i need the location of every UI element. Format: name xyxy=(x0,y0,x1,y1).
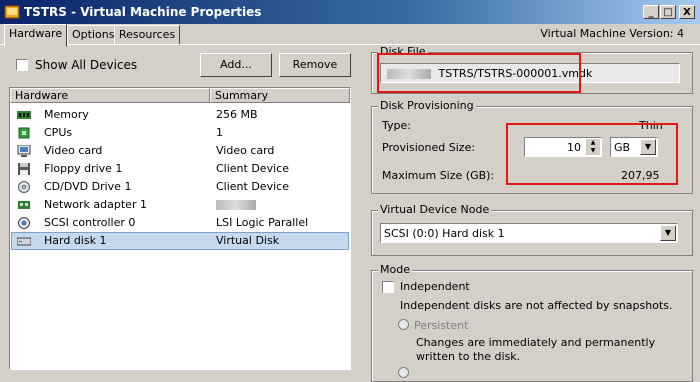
independent-label: Independent xyxy=(400,280,470,293)
persistent-label: Persistent xyxy=(414,319,469,332)
minimize-button[interactable]: _ xyxy=(643,5,659,19)
type-label: Type: xyxy=(382,119,411,132)
show-all-devices-checkbox[interactable] xyxy=(16,59,28,71)
device-name: Network adapter 1 xyxy=(44,198,147,211)
virtual-device-node-group: Virtual Device Node SCSI (0:0) Hard disk… xyxy=(371,203,693,256)
tab-resources[interactable]: Resources xyxy=(114,25,181,46)
cpu-icon xyxy=(18,127,30,139)
virtual-device-node-label: Virtual Device Node xyxy=(378,203,492,216)
network-icon xyxy=(18,201,30,209)
tab-hardware[interactable]: Hardware xyxy=(4,24,68,47)
close-button[interactable]: X xyxy=(679,5,695,19)
device-row-floppy-drive[interactable]: Floppy drive 1 Client Device xyxy=(11,160,349,178)
independent-description: Independent disks are not affected by sn… xyxy=(400,299,673,312)
scsi-icon xyxy=(18,217,30,229)
memory-icon xyxy=(17,111,31,119)
hard-disk-icon xyxy=(17,237,31,246)
network-summary-redacted xyxy=(216,196,256,214)
provisioned-size-label: Provisioned Size: xyxy=(382,141,476,154)
maximize-button[interactable]: □ xyxy=(660,5,676,19)
tab-divider xyxy=(0,44,700,45)
video-card-icon xyxy=(17,145,31,157)
device-row-cpus[interactable]: CPUs 1 xyxy=(11,124,349,142)
device-row-network-adapter[interactable]: Network adapter 1 xyxy=(11,196,349,214)
mode-group: Mode Independent Independent disks are n… xyxy=(371,263,693,382)
device-name: Hard disk 1 xyxy=(44,234,107,247)
device-row-cd-dvd-drive[interactable]: CD/DVD Drive 1 Client Device xyxy=(11,178,349,196)
cd-dvd-icon xyxy=(18,181,30,193)
persistent-radio[interactable] xyxy=(398,319,409,330)
floppy-icon xyxy=(18,163,30,175)
device-row-memory[interactable]: Memory 256 MB xyxy=(11,106,349,124)
remove-button[interactable]: Remove xyxy=(279,53,351,77)
highlight-disk-file xyxy=(377,53,581,93)
disk-provisioning-label: Disk Provisioning xyxy=(378,99,476,112)
highlight-provisioned-size xyxy=(506,123,678,185)
col-summary[interactable]: Summary xyxy=(210,88,350,103)
nonpersistent-radio[interactable] xyxy=(398,367,409,378)
col-hardware[interactable]: Hardware xyxy=(10,88,210,103)
device-summary: 1 xyxy=(216,126,223,139)
device-summary: 256 MB xyxy=(216,108,258,121)
device-summary: Client Device xyxy=(216,180,289,193)
show-all-devices-label: Show All Devices xyxy=(35,58,138,72)
title-bar: TSTRS - Virtual Machine Properties _ □ X xyxy=(0,0,700,24)
device-summary: Client Device xyxy=(216,162,289,175)
vm-version: Virtual Machine Version: 4 xyxy=(540,27,684,40)
device-name: Floppy drive 1 xyxy=(44,162,123,175)
vm-icon xyxy=(4,5,20,19)
device-name: SCSI controller 0 xyxy=(44,216,136,229)
window-title: TSTRS - Virtual Machine Properties xyxy=(24,5,262,19)
max-size-label: Maximum Size (GB): xyxy=(382,169,495,182)
device-row-scsi-controller[interactable]: SCSI controller 0 LSI Logic Parallel xyxy=(11,214,349,232)
tab-options[interactable]: Options xyxy=(67,25,120,46)
independent-checkbox[interactable] xyxy=(382,281,394,293)
add-button[interactable]: Add... xyxy=(200,53,272,77)
persistent-description: Changes are immediately and permanently … xyxy=(416,336,656,363)
device-summary: LSI Logic Parallel xyxy=(216,216,309,229)
hardware-list: Hardware Summary Memory 256 MB CPUs 1 Vi… xyxy=(9,87,351,370)
mode-label: Mode xyxy=(378,263,412,276)
device-row-video-card[interactable]: Video card Video card xyxy=(11,142,349,160)
virtual-device-node-select[interactable]: SCSI (0:0) Hard disk 1 ▼ xyxy=(380,223,678,243)
device-name: CD/DVD Drive 1 xyxy=(44,180,132,193)
device-row-hard-disk[interactable]: Hard disk 1 Virtual Disk xyxy=(11,232,349,250)
device-summary: Virtual Disk xyxy=(216,234,280,247)
virtual-device-node-value: SCSI (0:0) Hard disk 1 xyxy=(384,227,505,240)
device-name: Memory xyxy=(44,108,89,121)
chevron-down-icon[interactable]: ▼ xyxy=(660,225,676,241)
device-name: CPUs xyxy=(44,126,73,139)
device-summary: Video card xyxy=(216,144,275,157)
device-name: Video card xyxy=(44,144,103,157)
